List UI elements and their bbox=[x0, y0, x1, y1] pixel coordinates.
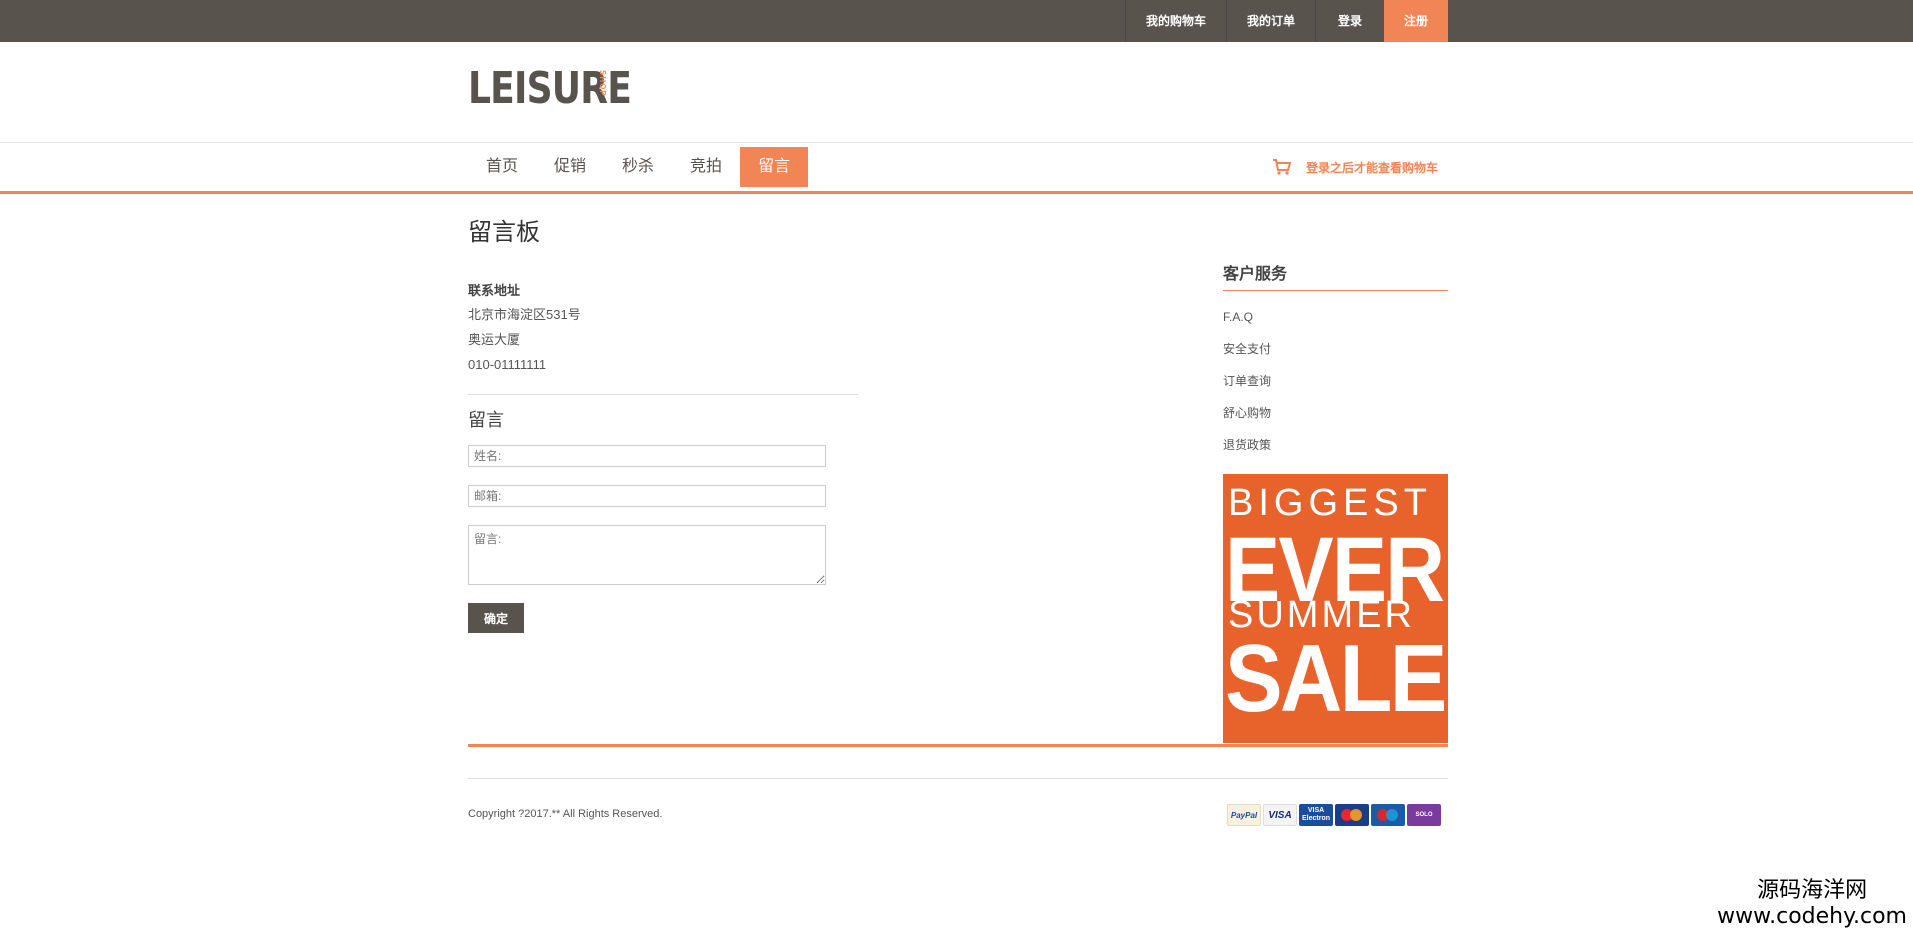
visa-icon: VISA bbox=[1263, 804, 1297, 826]
cart-note-text: 登录之后才能查看购物车 bbox=[1306, 160, 1439, 175]
copyright: Copyright ?2017.** All Rights Reserved. bbox=[468, 808, 663, 820]
divider bbox=[468, 394, 858, 395]
top-bar: 我的购物车 我的订单 登录 注册 bbox=[0, 0, 1913, 42]
footer-accent-line bbox=[468, 744, 1448, 747]
header: LEISURE SHOP bbox=[0, 42, 1913, 143]
summer-sale-banner[interactable]: BIGGEST EVER SUMMER SALE bbox=[1223, 474, 1448, 743]
cart-note[interactable]: 登录之后才能查看购物车 bbox=[1272, 157, 1438, 177]
watermark: 源码海洋网 www.codehy.com bbox=[1717, 878, 1907, 930]
name-input[interactable] bbox=[468, 445, 826, 467]
nav-item-auction[interactable]: 竞拍 bbox=[672, 147, 740, 187]
paypal-icon: PayPal bbox=[1227, 804, 1261, 826]
main-nav: 首页 促销 秒杀 竞拍 留言 登录之后才能查看购物车 bbox=[0, 143, 1913, 194]
footer-divider bbox=[468, 778, 1448, 779]
nav-item-promotion[interactable]: 促销 bbox=[536, 147, 604, 187]
sidebar-item-secure-payment[interactable]: 安全支付 bbox=[1223, 333, 1448, 365]
watermark-line-2: www.codehy.com bbox=[1717, 904, 1907, 929]
contact-phone: 010-01111111 bbox=[468, 357, 547, 372]
sidebar-title: 客户服务 bbox=[1223, 262, 1448, 291]
logo-sub: SHOP bbox=[598, 70, 607, 97]
logo[interactable]: LEISURE SHOP bbox=[468, 64, 667, 114]
message-textarea[interactable] bbox=[468, 525, 826, 585]
sidebar-item-comfortable-shopping[interactable]: 舒心购物 bbox=[1223, 397, 1448, 429]
visa-electron-icon: VISA Electron bbox=[1299, 804, 1333, 826]
contact-building: 奥运大厦 bbox=[468, 332, 521, 347]
solo-icon: SOLO bbox=[1407, 804, 1441, 826]
watermark-line-1: 源码海洋网 bbox=[1757, 878, 1868, 903]
sidebar-item-order-query[interactable]: 订单查询 bbox=[1223, 365, 1448, 397]
sidebar-item-faq[interactable]: F.A.Q bbox=[1223, 301, 1448, 333]
contact-label: 联系地址 bbox=[468, 283, 521, 298]
nav-item-home[interactable]: 首页 bbox=[468, 147, 536, 187]
payment-icons: PayPal VISA VISA Electron SOLO bbox=[1227, 804, 1441, 826]
contact-address: 北京市海淀区531号 bbox=[468, 307, 581, 322]
nav-item-flash-sale[interactable]: 秒杀 bbox=[604, 147, 672, 187]
my-cart-link[interactable]: 我的购物车 bbox=[1124, 0, 1226, 42]
sidebar-item-return-policy[interactable]: 退货政策 bbox=[1223, 429, 1448, 461]
my-orders-link[interactable]: 我的订单 bbox=[1225, 0, 1315, 42]
customer-service: 客户服务 F.A.Q 安全支付 订单查询 舒心购物 退货政策 bbox=[1223, 262, 1448, 461]
promo-line-4: SALE bbox=[1225, 625, 1447, 732]
cart-icon bbox=[1273, 159, 1292, 175]
message-form-title: 留言 bbox=[468, 410, 504, 430]
login-link[interactable]: 登录 bbox=[1315, 0, 1384, 42]
maestro-icon bbox=[1371, 804, 1405, 826]
register-link[interactable]: 注册 bbox=[1384, 0, 1448, 42]
contact-info: 联系地址 北京市海淀区531号 奥运大厦 010-01111111 bbox=[468, 280, 858, 377]
submit-button[interactable]: 确定 bbox=[468, 603, 524, 633]
nav-item-message[interactable]: 留言 bbox=[740, 147, 809, 187]
email-input[interactable] bbox=[468, 485, 826, 507]
mastercard-icon bbox=[1335, 804, 1369, 826]
page-title: 留言板 bbox=[468, 219, 540, 246]
top-links: 我的购物车 我的订单 登录 注册 bbox=[1124, 0, 1448, 42]
